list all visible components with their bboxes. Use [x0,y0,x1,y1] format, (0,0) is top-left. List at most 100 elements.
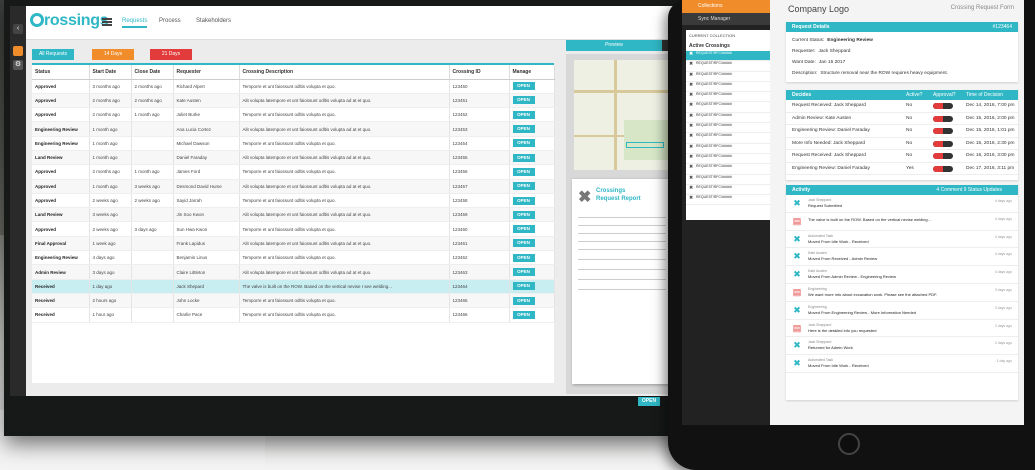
filter-21-days[interactable]: 21 Days [150,49,192,60]
preview-open-button[interactable]: OPEN [638,397,660,406]
decision-active: No [906,140,913,146]
activity-row[interactable]: ▤ Jack Sheppard Here is the detailed info … [786,320,1018,338]
hamburger-menu-icon[interactable] [102,18,112,26]
tab-stakeholders[interactable]: Stakeholders [196,18,231,24]
collection-item[interactable]: REQUEST/RFC/##### [686,154,770,165]
open-button[interactable]: OPEN [512,167,535,176]
table-row[interactable]: Approved 2 months ago 1 month ago James For… [32,164,555,180]
activity-row[interactable]: ✖ Automated Task Moved From Idle Work - Re… [786,355,1018,373]
collection-item[interactable]: REQUEST/RFC/##### [686,144,770,154]
open-button[interactable]: OPEN [512,282,535,291]
approval-toggle[interactable] [933,128,953,134]
table-row[interactable]: Engineering Review 4 days ago Benjamin Lin… [32,250,555,266]
table-row[interactable]: Engineering Review 1 month ago Michael Daw… [32,136,555,151]
tablet-home-button[interactable] [838,433,860,455]
activity-author: Kate Austen [808,251,827,256]
collection-item[interactable]: REQUEST/RFC/##### [686,123,770,134]
approval-toggle[interactable] [933,165,953,172]
table-row[interactable]: Engineering Review 1 month ago Ana Lucia C… [32,121,555,137]
tab-process[interactable]: Process [159,18,181,24]
tools-icon[interactable]: ⚙ [13,60,23,70]
activity-row[interactable]: ✖ Jack Sheppard Request Submitted 4 days ag… [786,195,1018,213]
activity-row[interactable]: ✖ Automated Task Moved From Idle Work - Re… [786,231,1018,249]
table-row[interactable]: Approved 1 month ago 3 weeks ago Desmond Da… [32,179,555,194]
collection-item[interactable]: REQUEST/RFC/##### [686,185,770,196]
collection-item[interactable]: REQUEST/RFC/##### [686,82,770,93]
activity-row[interactable]: ✖ Engineering Moved From Engineering Revie… [786,302,1018,320]
open-button[interactable]: OPEN [512,182,535,191]
open-button[interactable]: OPEN [512,239,535,248]
table-row[interactable]: Final Approval 1 week ago Frank Lapidus Ali… [32,236,555,252]
col-description[interactable]: Crossing Description [239,65,450,80]
activity-row[interactable]: ✖ Kate Austen Moved From Admin Review - En… [786,266,1018,284]
approval-toggle[interactable] [933,153,953,159]
collection-item[interactable]: REQUEST/RFC/##### [686,61,770,72]
close-date-cell: 2 months ago [131,93,174,109]
collection-item[interactable]: REQUEST/RFC/##### [686,51,770,62]
crossings-x-icon: ✖ [578,189,592,206]
crossing-map[interactable] [574,60,678,170]
table-row[interactable]: Approved 2 months ago 2 months ago Kate Aus… [32,93,555,109]
open-button[interactable]: OPEN [512,296,535,305]
open-button[interactable]: OPEN [512,82,535,91]
activity-row[interactable]: ✖ Jack Sheppard Returned for Admin Work 2 d… [786,337,1018,356]
crossings-x-icon: ✖ [793,358,801,369]
approval-toggle-fill [933,140,943,147]
table-row[interactable]: Received 1 hour ago Charlie Pace Temporre e… [32,307,555,323]
activity-text: The valve is built on the ROW. Based on … [808,216,931,222]
table-row[interactable]: Land Review 1 month ago Daniel Faraday Alit… [32,150,555,166]
back-icon[interactable]: ‹ [13,24,23,34]
filter-14-days[interactable]: 14 Days [92,49,134,60]
table-row[interactable]: Admin Review 3 days ago Claire Littleton Al… [32,264,555,280]
table-row[interactable]: Received 1 day ago Jack Shepard The valve i… [32,279,555,294]
open-button[interactable]: OPEN [512,139,535,148]
activity-row[interactable]: ▤ The valve is built on the ROW. Based on… [786,213,1018,231]
filter-all-requests[interactable]: All Requests [32,49,74,60]
open-button[interactable]: OPEN [512,225,535,234]
approval-toggle[interactable] [933,103,953,109]
open-button[interactable]: OPEN [512,96,535,105]
decision-name: More Info Needed: Jack Sheppard [792,140,866,146]
report-line [578,225,666,226]
col-status[interactable]: Status [32,65,90,80]
col-start-date[interactable]: Start Date [89,65,132,80]
approval-toggle[interactable] [933,140,953,147]
collection-item[interactable]: REQUEST/RFC/##### [686,195,770,206]
col-requester[interactable]: Requester [173,65,240,80]
crossing-id-cell: 123462 [449,250,510,266]
open-button[interactable]: OPEN [512,153,535,162]
table-header-row: Status Start Date Close Date Requester C… [32,65,555,80]
requester-cell: Sayid Jarrah [173,193,240,209]
collections-header[interactable]: Collections [682,0,770,13]
collection-item[interactable]: REQUEST/RFC/##### [686,113,770,124]
open-button[interactable]: OPEN [512,253,535,262]
table-row[interactable]: Land Review 3 weeks ago Jin Soo Kwon Alit v… [32,207,555,223]
col-time: Time of Decision [966,92,1004,98]
activity-row[interactable]: ▤ Engineering We want more info about exca… [786,284,1018,302]
table-row[interactable]: Approved 2 months ago 1 month ago Juliet Bu… [32,107,555,123]
collection-item[interactable]: REQUEST/RFC/##### [686,72,770,82]
collection-item[interactable]: REQUEST/RFC/##### [686,102,770,113]
sync-manager[interactable]: Sync Manager [682,13,770,25]
collection-item[interactable]: REQUEST/RFC/##### [686,92,770,103]
collection-item[interactable]: REQUEST/RFC/##### [686,164,770,175]
approval-toggle[interactable] [933,115,953,122]
col-crossing-id[interactable]: Crossing ID [449,65,510,80]
open-button[interactable]: OPEN [512,268,535,276]
collections-icon[interactable] [13,46,23,56]
tab-requests[interactable]: Requests [122,18,148,28]
tab-preview[interactable]: Preview [566,40,662,51]
open-button[interactable]: OPEN [512,110,535,119]
collection-item[interactable]: REQUEST/RFC/##### [686,133,770,144]
open-button[interactable]: OPEN [512,210,535,219]
col-close-date[interactable]: Close Date [131,65,174,80]
table-row[interactable]: Received 2 hours ago John Locke Temporre et… [32,293,555,309]
open-button[interactable]: OPEN [512,125,535,134]
table-row[interactable]: Approved 2 weeks ago 2 weeks ago Sayid Jarr… [32,193,555,209]
table-row[interactable]: Approved 2 weeks ago 3 days ago Sun Hwa Kwo… [32,221,555,237]
collection-item[interactable]: REQUEST/RFC/##### [686,175,770,185]
table-row[interactable]: Approved 3 months ago 2 months ago Richard … [32,79,555,94]
open-button[interactable]: OPEN [512,310,535,319]
open-button[interactable]: OPEN [512,196,535,205]
activity-row[interactable]: ✖ Kate Austen Moved From Received - Admin … [786,248,1018,267]
